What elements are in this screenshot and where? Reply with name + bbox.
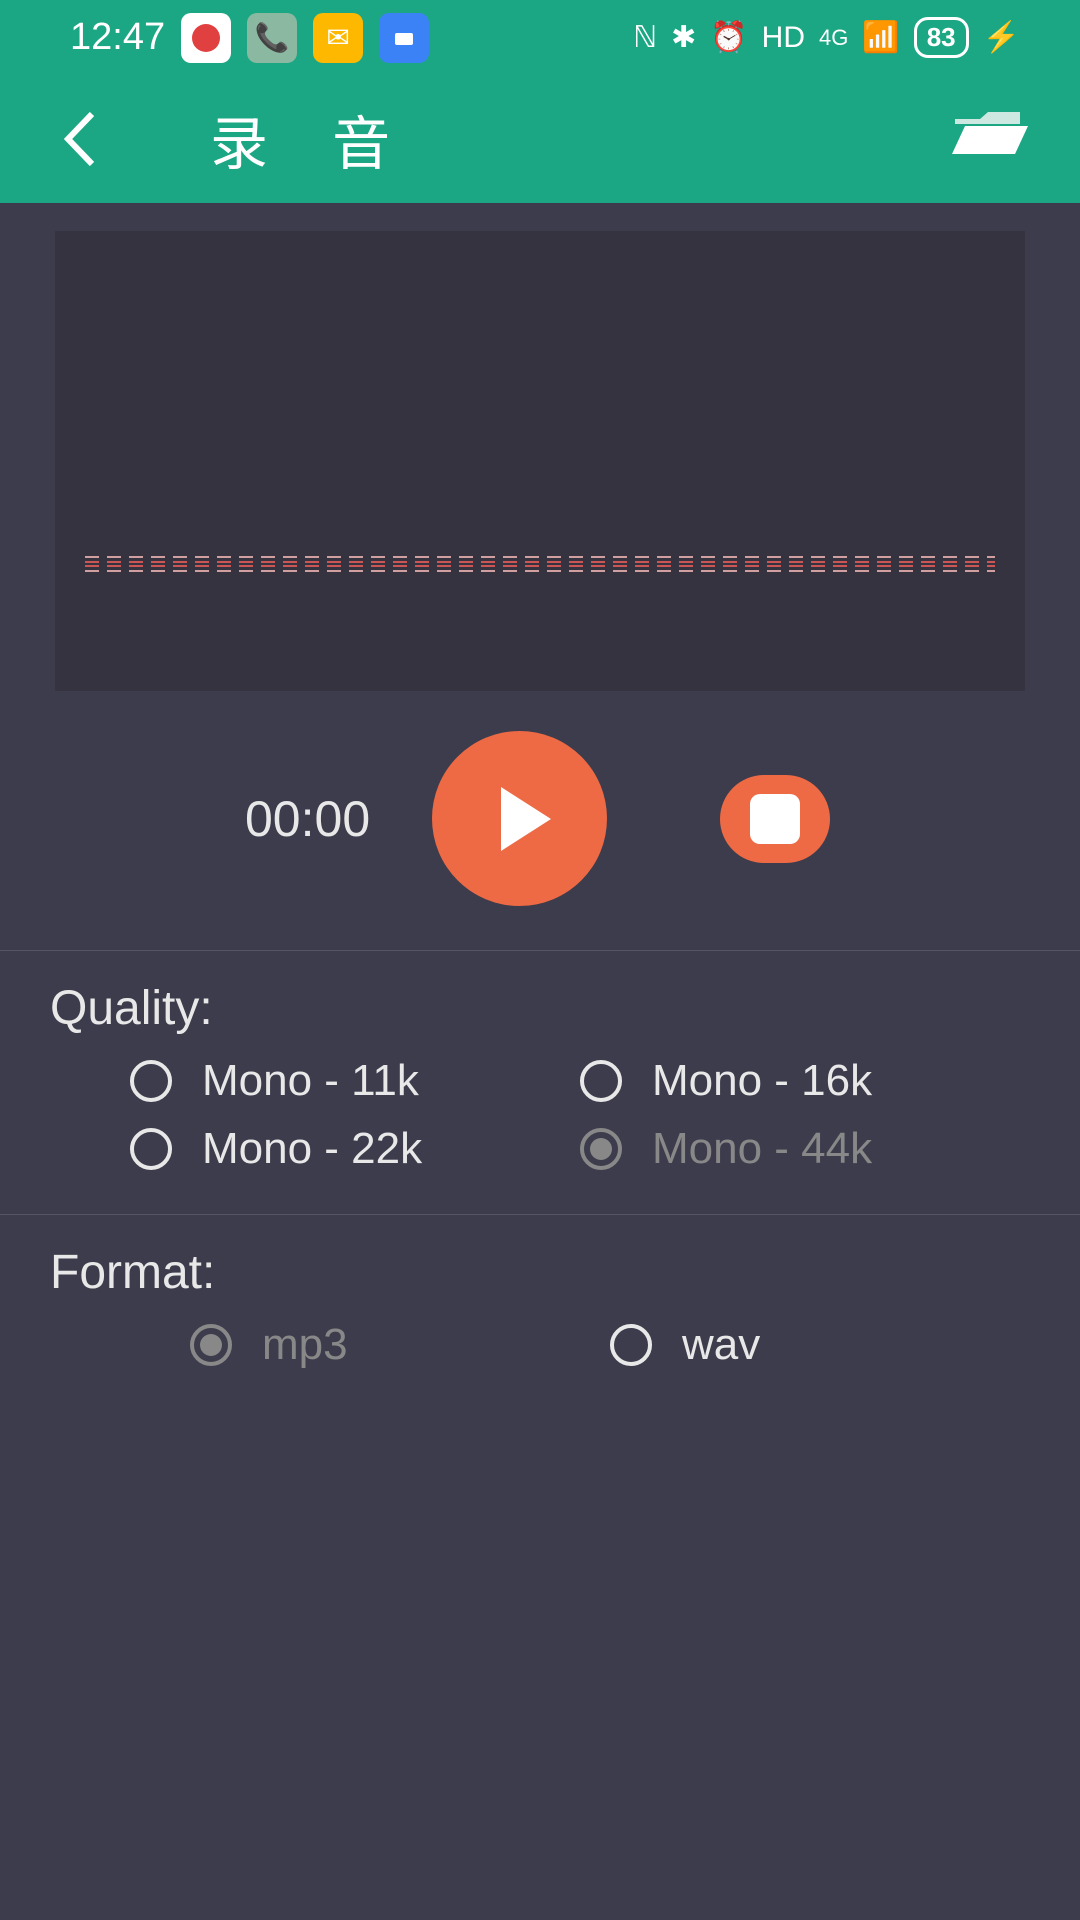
quality-option-16k[interactable]: Mono - 16k (580, 1056, 1030, 1106)
radio-label: Mono - 44k (652, 1124, 872, 1174)
folder-icon (950, 104, 1030, 164)
phone-icon: 📞 (247, 13, 297, 63)
status-bar: 12:47 📞 ✉ ℕ ✱ ⏰ HD 4G 📶 83 ⚡ (0, 0, 1080, 75)
app-icon-2 (379, 13, 429, 63)
bluetooth-icon: ✱ (671, 20, 696, 55)
charging-icon: ⚡ (983, 20, 1020, 55)
waveform-display (55, 231, 1025, 691)
network-label: 4G (819, 25, 848, 51)
mail-icon: ✉ (313, 13, 363, 63)
time-display: 00:00 (245, 790, 370, 848)
radio-label: mp3 (262, 1320, 348, 1370)
radio-icon (610, 1324, 652, 1366)
format-section: Format: mp3 wav (0, 1214, 1080, 1400)
radio-label: wav (682, 1320, 760, 1370)
app-header: 录 音 (0, 75, 1080, 203)
app-icon-1 (181, 13, 231, 63)
radio-label: Mono - 22k (202, 1124, 422, 1174)
format-label: Format: (50, 1245, 1030, 1300)
chevron-left-icon (60, 109, 100, 169)
quality-option-22k[interactable]: Mono - 22k (130, 1124, 580, 1174)
status-time: 12:47 (70, 16, 165, 59)
play-button[interactable] (432, 731, 607, 906)
radio-selected-icon (580, 1128, 622, 1170)
hd-label: HD (762, 21, 805, 55)
radio-selected-icon (190, 1324, 232, 1366)
format-option-mp3[interactable]: mp3 (190, 1320, 610, 1370)
radio-icon (130, 1060, 172, 1102)
back-button[interactable] (50, 109, 110, 169)
format-option-wav[interactable]: wav (610, 1320, 1030, 1370)
folder-button[interactable] (950, 104, 1030, 174)
page-title: 录 音 (210, 97, 414, 181)
play-icon (501, 787, 551, 851)
radio-icon (130, 1128, 172, 1170)
nfc-icon: ℕ (633, 20, 657, 55)
quality-label: Quality: (50, 981, 1030, 1036)
signal-icon: 📶 (862, 20, 899, 55)
radio-label: Mono - 11k (202, 1056, 419, 1106)
quality-option-44k[interactable]: Mono - 44k (580, 1124, 1030, 1174)
stop-icon (750, 794, 800, 844)
radio-label: Mono - 16k (652, 1056, 872, 1106)
alarm-icon: ⏰ (710, 20, 747, 55)
playback-controls: 00:00 (0, 731, 1080, 906)
battery-level: 83 (914, 17, 969, 58)
quality-option-11k[interactable]: Mono - 11k (130, 1056, 580, 1106)
radio-icon (580, 1060, 622, 1102)
quality-section: Quality: Mono - 11k Mono - 16k Mono - 22… (0, 950, 1080, 1204)
stop-button[interactable] (720, 775, 830, 863)
